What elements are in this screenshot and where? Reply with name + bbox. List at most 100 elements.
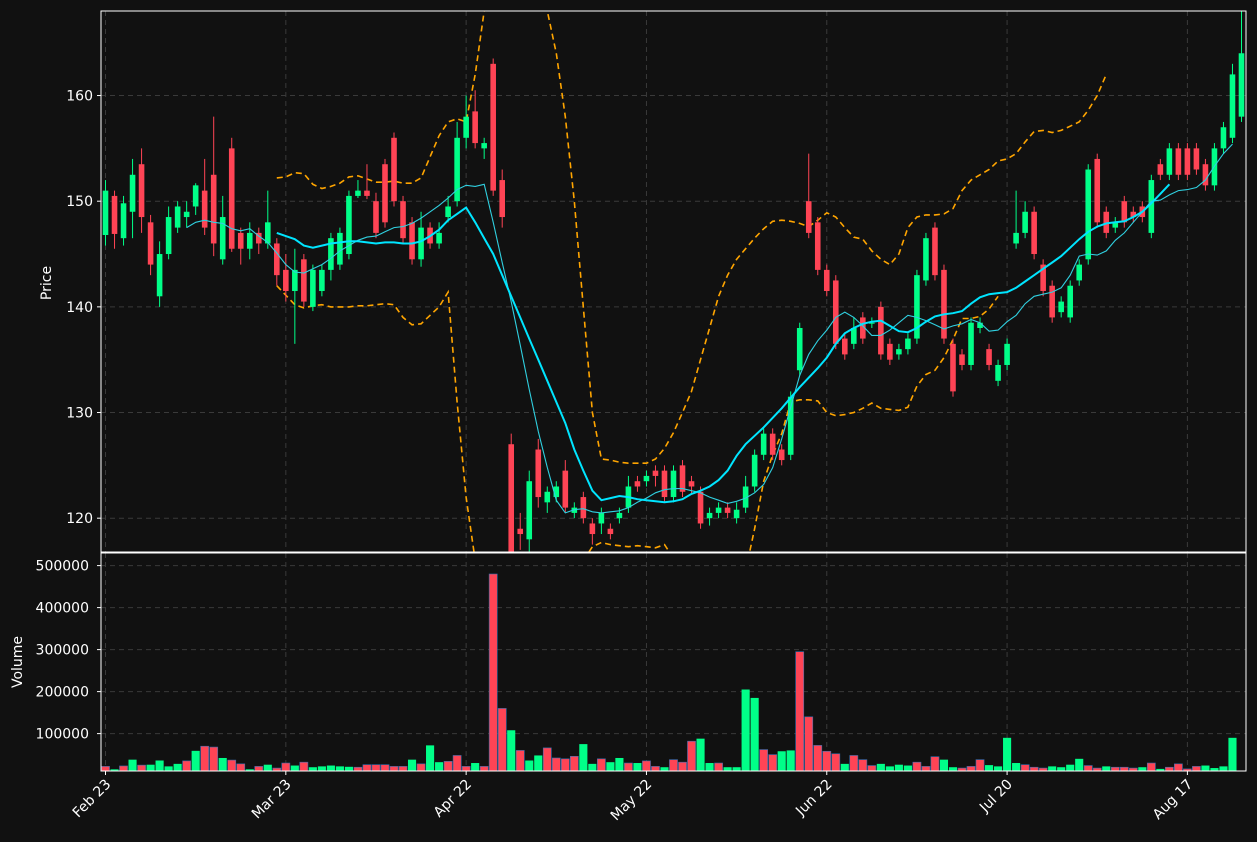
volume-bar	[182, 760, 192, 771]
candle-body	[1094, 158, 1101, 223]
volume-bar	[994, 766, 1003, 771]
candle-body	[589, 523, 596, 535]
candle-body	[1067, 285, 1073, 318]
volume-bar	[624, 762, 633, 771]
candle-body	[814, 222, 821, 270]
volume-bar	[642, 760, 651, 771]
candle-body	[138, 164, 145, 218]
candle-body	[436, 232, 442, 244]
candle-body	[183, 211, 190, 218]
candle-body	[445, 206, 451, 218]
volume-bar	[426, 745, 435, 771]
volume-bar	[777, 751, 786, 771]
candle-body	[1031, 211, 1037, 255]
volume-bar	[317, 766, 326, 771]
candle-body	[670, 470, 677, 498]
volume-tick-label: 400000	[36, 601, 89, 617]
candle-body	[102, 190, 109, 236]
candle-body	[724, 507, 731, 513]
candle-body	[1085, 169, 1092, 260]
candle-body	[499, 180, 505, 218]
volume-bar	[416, 763, 426, 771]
candle-body	[526, 481, 533, 540]
volume-bar	[471, 763, 480, 771]
volume-bar	[299, 761, 309, 771]
price-tick-label: 130	[66, 406, 93, 422]
stock-chart: 120 130 140 150 160 100000 200000 300000 400000…	[10, 10, 1247, 824]
candle-body	[129, 174, 136, 212]
volume-bar	[1165, 766, 1174, 771]
price-axis-title: Price	[39, 266, 55, 300]
volume-bar	[218, 757, 227, 771]
volume-bar	[542, 747, 552, 771]
price-tick-label: 140	[66, 300, 93, 316]
volume-bar	[858, 759, 868, 771]
volume-bar	[768, 754, 778, 771]
volume-bar	[191, 750, 200, 771]
candle-body	[481, 143, 487, 149]
price-tick-label: 160	[66, 89, 93, 105]
volume-bar	[281, 762, 291, 771]
candle-body	[418, 227, 424, 260]
candle-body	[283, 269, 289, 292]
volume-bar	[560, 758, 570, 771]
price-panel: 120 130 140 150 160	[66, 10, 1247, 553]
candle-body	[688, 481, 695, 487]
volume-bar	[353, 766, 363, 771]
candle-body	[210, 174, 217, 244]
candle-body	[1220, 127, 1227, 149]
x-tick-label: Aug 17	[1150, 777, 1196, 823]
volume-bar	[1003, 737, 1012, 771]
volume-bar	[137, 764, 146, 771]
volume-bar	[840, 763, 849, 771]
volume-bar	[335, 766, 344, 771]
volume-bar	[371, 764, 381, 771]
candle-body	[950, 343, 956, 392]
volume-bar	[705, 763, 714, 771]
x-tick-label: May 22	[608, 777, 656, 825]
candle-body	[1121, 201, 1128, 223]
volume-bar	[822, 750, 832, 771]
volume-bar	[1219, 766, 1228, 771]
volume-bar	[398, 766, 408, 771]
candle-body	[643, 475, 650, 482]
volume-bar	[101, 766, 110, 771]
candle-body	[508, 444, 515, 552]
volume-tick-label: 300000	[36, 643, 89, 659]
volume-bar	[1066, 764, 1075, 771]
candle-body	[192, 185, 199, 207]
candle-body	[851, 327, 857, 344]
volume-bar	[1102, 766, 1111, 771]
candle-body	[517, 528, 524, 535]
candle-body	[228, 148, 235, 249]
price-tick-label: 120	[66, 511, 93, 527]
candle-body	[319, 269, 325, 292]
volume-bar	[254, 766, 264, 771]
volume-bar	[687, 740, 696, 771]
x-axis: Feb 23 Mar 23 Apr 22 May 22 Jun 22 Jul 20 Aug …	[70, 771, 1196, 824]
volume-bar	[407, 759, 417, 771]
volume-bar	[1057, 767, 1066, 771]
volume-bar	[786, 750, 795, 771]
volume-bar	[308, 767, 317, 771]
volume-bar	[380, 764, 390, 771]
candle-body	[1193, 148, 1200, 170]
volume-bar	[750, 697, 759, 771]
volume-bar	[804, 716, 814, 771]
volume-bar	[948, 767, 958, 771]
volume-bar	[903, 765, 912, 771]
volume-bar	[732, 767, 741, 771]
volume-axis-title: Volume	[10, 636, 26, 688]
volume-bar	[1048, 766, 1057, 771]
volume-bar	[507, 730, 516, 771]
volume-bar	[209, 746, 219, 771]
volume-bar	[173, 763, 182, 771]
price-tick-label: 150	[66, 194, 93, 210]
volume-bar	[164, 766, 173, 771]
x-tick-label: Feb 23	[70, 777, 115, 822]
volume-bar	[759, 749, 769, 771]
candle-body	[246, 232, 253, 249]
candle-body	[896, 349, 902, 355]
volume-bar	[633, 763, 642, 771]
candle-body	[977, 322, 983, 328]
